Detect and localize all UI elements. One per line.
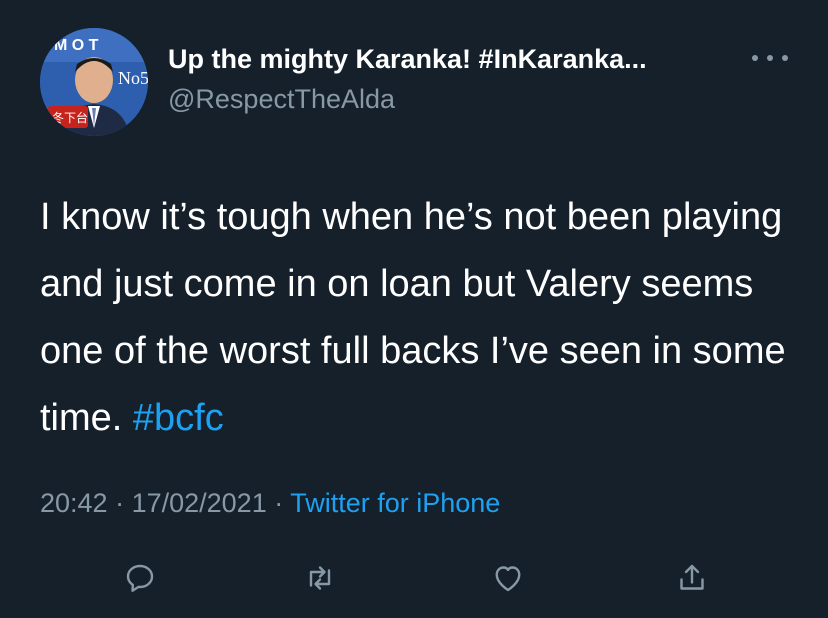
- share-icon: [680, 564, 704, 590]
- retweet-icon: [309, 566, 331, 590]
- svg-text:冬下台: 冬下台: [52, 110, 88, 125]
- svg-text:M O T: M O T: [54, 37, 99, 54]
- dot: [767, 55, 773, 61]
- avatar[interactable]: M O T No5 冬下台: [40, 28, 148, 136]
- meta-separator: ·: [107, 488, 132, 518]
- tweet-time: 20:42: [40, 488, 108, 518]
- dot: [782, 55, 788, 61]
- retweet-button[interactable]: [298, 556, 342, 600]
- meta-separator: ·: [266, 488, 291, 518]
- tweet-text: I know it’s tough when he’s not been pla…: [40, 184, 800, 452]
- tweet-source-link[interactable]: Twitter for iPhone: [290, 488, 500, 518]
- tweet-date: 17/02/2021: [131, 488, 267, 518]
- dot: [752, 55, 758, 61]
- svg-text:No5: No5: [118, 68, 148, 88]
- share-button[interactable]: [670, 556, 714, 600]
- action-bar: [0, 556, 828, 600]
- more-options-icon[interactable]: [752, 48, 788, 68]
- like-button[interactable]: [486, 556, 530, 600]
- reply-icon: [126, 564, 154, 592]
- heart-icon: [495, 566, 521, 592]
- hashtag-link[interactable]: #bcfc: [133, 397, 224, 439]
- tweet-meta: 20:42 · 17/02/2021 · Twitter for iPhone: [40, 488, 500, 519]
- display-name[interactable]: Up the mighty Karanka! #InKaranka...: [168, 44, 647, 75]
- profile-photo: M O T No5 冬下台: [40, 28, 148, 136]
- user-handle[interactable]: @RespectTheAlda: [168, 84, 395, 115]
- reply-button[interactable]: [118, 556, 162, 600]
